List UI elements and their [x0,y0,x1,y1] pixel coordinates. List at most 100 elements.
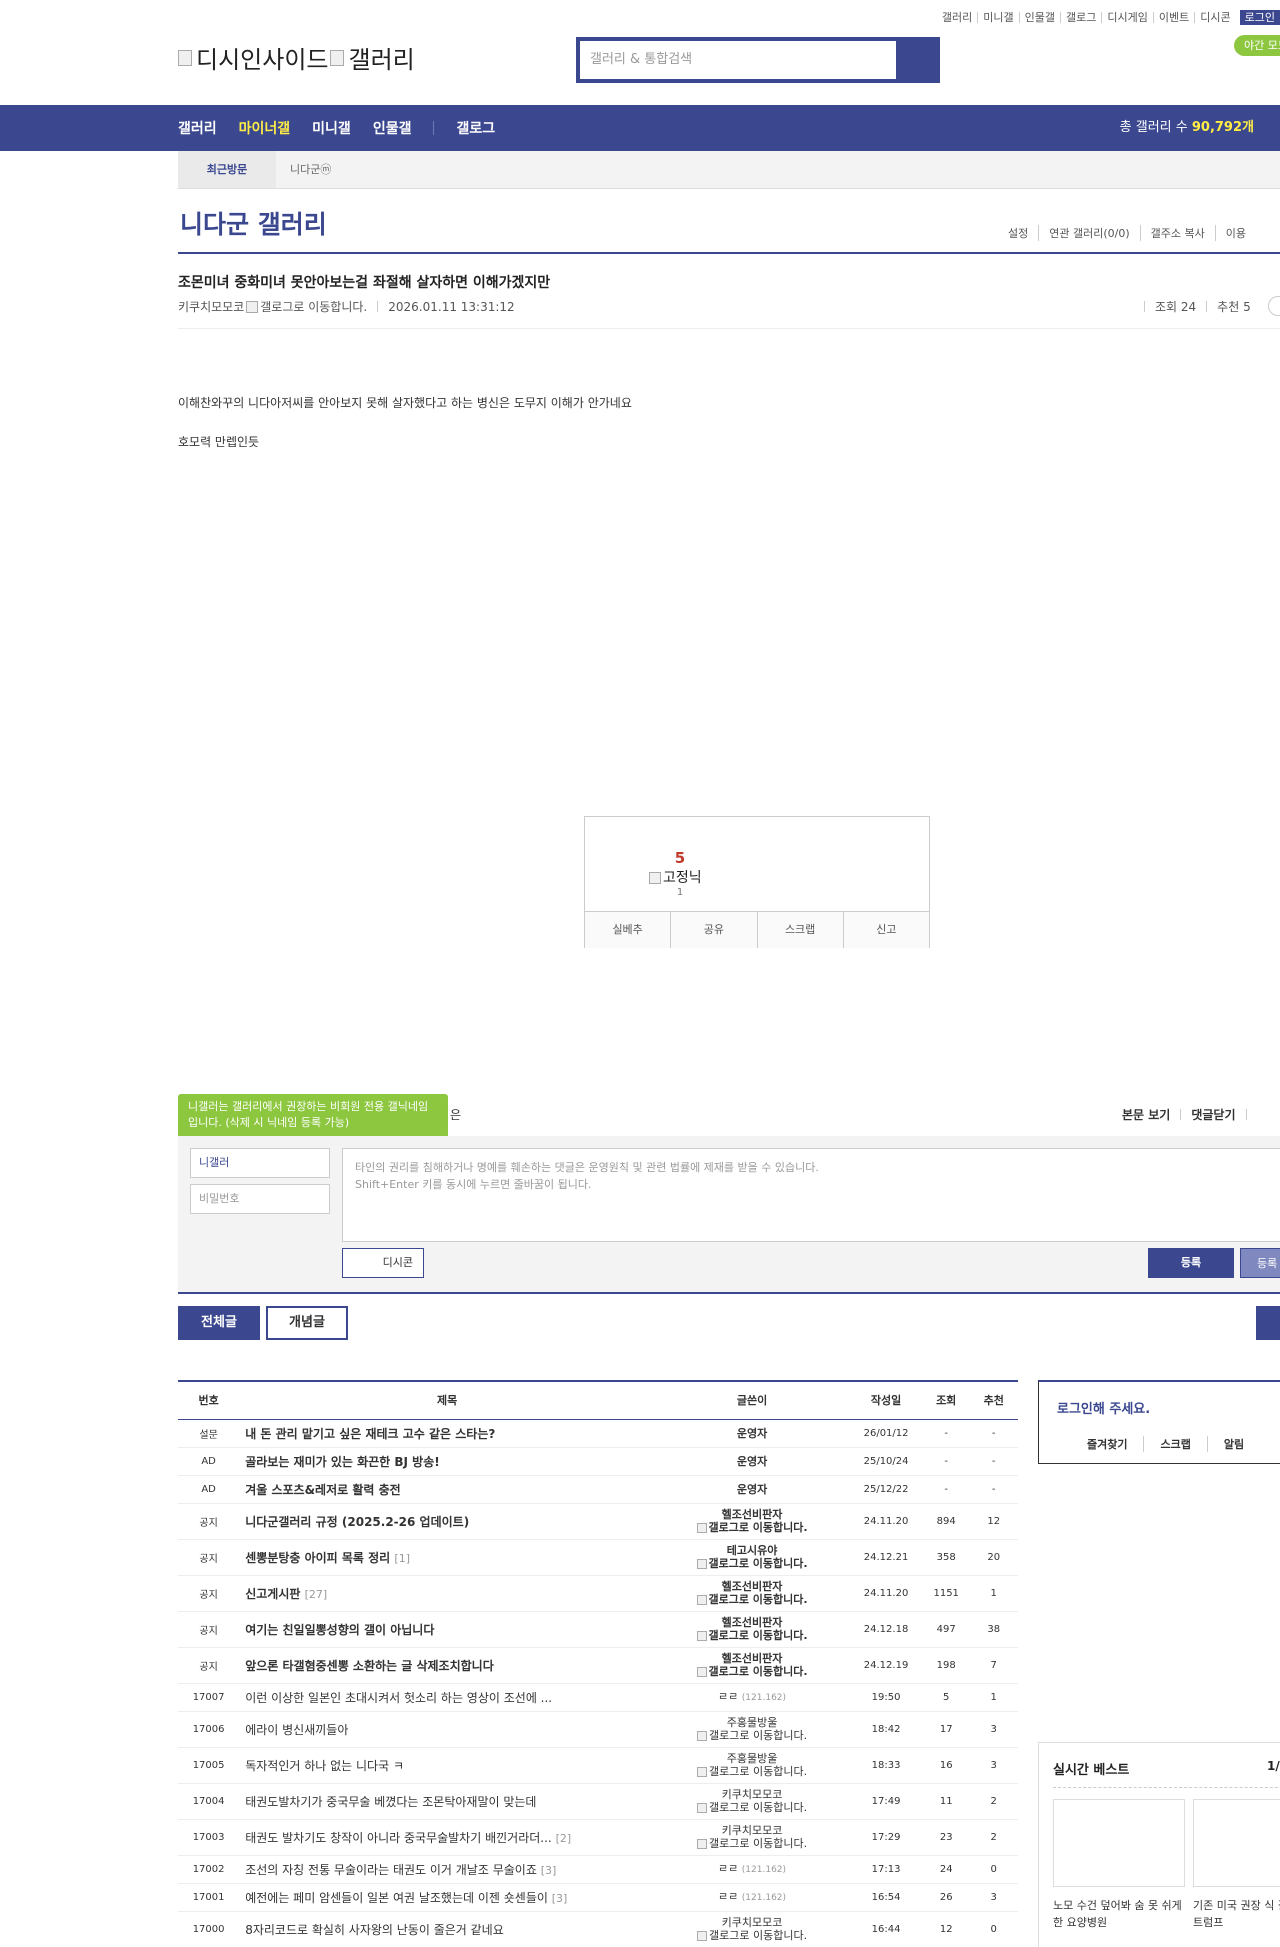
reply-count[interactable]: [1] [394,1552,410,1565]
post-title-cell[interactable]: 독자적인거 하나 없는 니다국 ㅋ [239,1747,655,1784]
writer-cell[interactable]: ㄹㄹ (121.162) [654,1683,850,1712]
table-row[interactable]: 17004 태권도발차기가 중국무술 베꼈다는 조몬탁아재말이 맞는데 키쿠치모모… [178,1783,1018,1820]
gallog-link-text[interactable]: 갤로그로 이동합니다. [260,298,367,315]
table-row[interactable]: AD 골라보는 재미가 있는 화끈한 BJ 방송! 운영자 25/10/24- - [178,1447,1018,1476]
gallog-link[interactable]: 갤로그로 이동합니다. [655,1593,849,1606]
reply-count[interactable]: [3] [541,1864,557,1877]
post-author[interactable]: 키쿠치모모코 [178,298,244,315]
writer-cell[interactable]: ㄹㄹ (121.162) [654,1883,850,1912]
password-input[interactable]: 비밀번호 [190,1184,330,1214]
post-title-link[interactable]: 독자적인거 하나 없는 니다국 ㅋ [245,1759,404,1773]
post-title-cell[interactable]: 골라보는 재미가 있는 화끈한 BJ 방송! [239,1447,655,1476]
gallog-link[interactable]: 갤로그로 이동합니다. [655,1729,849,1742]
post-title-cell[interactable]: 앞으론 타갤혐중센뽕 소환하는 글 삭제조치합니다 [239,1647,655,1684]
post-title-link[interactable]: 태권도발차기가 중국무술 베꼈다는 조몬탁아재말이 맞는데 [245,1795,536,1809]
writer-cell[interactable]: 헬조선비판자 갤로그로 이동합니다. [654,1503,850,1540]
post-title-cell[interactable]: 에라이 병신새끼들아 [239,1711,655,1748]
best-thumbnail[interactable] [1193,1799,1280,1887]
submit-recommend-button[interactable]: 등록 [1240,1248,1280,1278]
writer-cell[interactable]: 운영자 [654,1447,850,1476]
reply-count[interactable]: [3] [552,1892,568,1905]
writer-name[interactable]: 운영자 [737,1427,767,1440]
close-comments-button[interactable]: 댓글닫기 [1191,1106,1235,1123]
writer-name[interactable]: ㄹㄹ [718,1690,738,1703]
writer-cell[interactable]: 키쿠치모모코 갤로그로 이동합니다. [654,1911,850,1947]
tab-all-posts[interactable]: 전체글 [178,1306,260,1340]
post-title-link[interactable]: 예전에는 페미 암센들이 일본 여권 날조했는데 이젠 숏센들이 [245,1891,548,1905]
gallog-link[interactable]: 갤로그로 이동합니다. [655,1665,849,1678]
gallog-link[interactable]: 갤로그로 이동합니다. [655,1521,849,1534]
table-row[interactable]: AD 겨울 스포츠&레저로 활력 충전 운영자 25/12/22- - [178,1475,1018,1504]
post-title-link[interactable]: 조선의 자칭 전통 무술이라는 태권도 이거 개날조 무술이죠 [245,1863,537,1877]
more-options-icon[interactable] [1268,296,1280,316]
gallery-settings[interactable]: 설정 [1004,225,1040,241]
login-prompt[interactable]: 로그인해 주세요. [1057,1398,1150,1417]
report-button[interactable]: 신고 [843,912,929,948]
writer-name[interactable]: 키쿠치모모코 [655,1916,849,1929]
post-title-link[interactable]: 앞으론 타갤혐중센뽕 소환하는 글 삭제조치합니다 [245,1659,494,1673]
writer-name[interactable]: 헬조선비판자 [655,1616,849,1629]
post-title-link[interactable]: 센뽕분탕충 아이피 목록 정리 [245,1551,390,1565]
top-link-minigal[interactable]: 미니갤 [978,12,1020,23]
recent-visit-item[interactable]: 니다군ⓜ [290,151,331,189]
writer-name[interactable]: 키쿠치모모코 [655,1824,849,1837]
post-title-cell[interactable]: 태권도발차기가 중국무술 베꼈다는 조몬탁아재말이 맞는데 [239,1783,655,1820]
table-row[interactable]: 17003 태권도 발차기도 창작이 아니라 중국무술발차기 배낀거라더... [… [178,1819,1018,1856]
best-caption[interactable]: 기존 미국 권장 식 갈아엎은 트럼프 [1193,1897,1280,1931]
table-row[interactable]: 공지 앞으론 타갤혐중센뽕 소환하는 글 삭제조치합니다 헬조선비판자 갤로그로 이… [178,1647,1018,1684]
writer-cell[interactable]: 헬조선비판자 갤로그로 이동합니다. [654,1575,850,1612]
recent-visit-label[interactable]: 최근방문 [178,151,276,188]
table-row[interactable]: 17005 독자적인거 하나 없는 니다국 ㅋ 주홍물방울 갤로그로 이동합니다. 1… [178,1747,1018,1784]
post-title-link[interactable]: 니다군갤러리 규정 (2025.2-26 업데이트) [245,1515,469,1529]
post-title-cell[interactable]: 겨울 스포츠&레저로 활력 충전 [239,1475,655,1504]
post-title-cell[interactable]: 신고게시판 [27] [239,1575,655,1612]
post-title-link[interactable]: 여기는 친일일뽕성향의 갤이 아닙니다 [245,1623,434,1637]
writer-name[interactable]: 운영자 [737,1455,767,1468]
writer-cell[interactable]: ㄹㄹ (121.162) [654,1855,850,1884]
table-row[interactable]: 17007 이런 이상한 일본인 초대시켜서 헛소리 하는 영상이 조선에 ...… [178,1683,1018,1712]
post-title-link[interactable]: 골라보는 재미가 있는 화끈한 BJ 방송! [245,1455,440,1469]
gallog-link[interactable]: 갤로그로 이동합니다. [655,1765,849,1778]
table-row[interactable]: 공지 여기는 친일일뽕성향의 갤이 아닙니다 헬조선비판자 갤로그로 이동합니다. 2… [178,1611,1018,1648]
writer-name[interactable]: ㄹㄹ [718,1890,738,1903]
nav-mini-gallery[interactable]: 미니갤 [312,118,351,138]
post-title-link[interactable]: 8자리코드로 확실히 사자왕의 난동이 줄은거 같네요 [245,1923,504,1937]
gallery-title[interactable]: 니다군 갤러리 [180,205,327,241]
writer-cell[interactable]: 주홍물방울 갤로그로 이동합니다. [654,1711,850,1748]
night-mode-toggle[interactable]: 야간 모드 [1234,35,1280,56]
share-button[interactable]: 공유 [671,912,758,948]
tab-concept-posts[interactable]: 개념글 [266,1306,348,1340]
writer-cell[interactable]: 운영자 [654,1419,850,1448]
reply-count[interactable]: [27] [305,1588,328,1601]
real-best-button[interactable]: 실베추 [585,912,672,948]
writer-cell[interactable]: 헬조선비판자 갤로그로 이동합니다. [654,1647,850,1684]
writer-name[interactable]: 주홍물방울 [655,1716,849,1729]
scrap-button[interactable]: 스크랩 [757,912,844,948]
gallery-usage[interactable]: 이용 [1216,225,1256,241]
post-title-cell[interactable]: 내 돈 관리 맡기고 싶은 재테크 고수 같은 스타는? [239,1419,655,1448]
post-title-link[interactable]: 내 돈 관리 맡기고 싶은 재테크 고수 같은 스타는? [245,1427,495,1441]
table-row[interactable]: 17006 에라이 병신새끼들아 주홍물방울 갤로그로 이동합니다. 18:42 17 3 [178,1711,1018,1748]
writer-cell[interactable]: 키쿠치모모코 갤로그로 이동합니다. [654,1783,850,1820]
writer-cell[interactable]: 키쿠치모모코 갤로그로 이동합니다. [654,1819,850,1856]
dccon-button[interactable]: 디시콘 [342,1248,424,1278]
writer-name[interactable]: 헬조선비판자 [655,1508,849,1521]
notification-link[interactable]: 알림 [1208,1436,1260,1452]
table-row[interactable]: 17001 예전에는 페미 암센들이 일본 여권 날조했는데 이젠 숏센들이 [3… [178,1883,1018,1912]
scrap-link[interactable]: 스크랩 [1144,1436,1208,1452]
top-link-persongal[interactable]: 인물갤 [1020,12,1062,23]
reply-count[interactable]: [2] [556,1832,572,1845]
post-title-link[interactable]: 겨울 스포츠&레저로 활력 충전 [245,1483,400,1497]
nickname-input[interactable]: 니갤러 [190,1148,330,1178]
best-thumbnail[interactable] [1053,1799,1185,1887]
gallog-link[interactable]: 갤로그로 이동합니다. [655,1629,849,1642]
writer-name[interactable]: 헬조선비판자 [655,1652,849,1665]
table-row[interactable]: 공지 신고게시판 [27] 헬조선비판자 갤로그로 이동합니다. 24.11.20 115… [178,1575,1018,1612]
login-button[interactable]: 로그인 [1239,10,1280,25]
top-link-gallog[interactable]: 갤로그 [1061,12,1103,23]
gallog-link[interactable]: 갤로그로 이동합니다. [655,1837,849,1850]
fixed-nick-recommend[interactable]: 고정닉 [649,867,702,887]
writer-name[interactable]: 테고시유야 [655,1544,849,1557]
comment-textarea[interactable]: 타인의 권리를 침해하거나 명예를 훼손하는 댓글은 운영원칙 및 관련 법률에… [342,1148,1280,1242]
table-row[interactable]: 설문 내 돈 관리 맡기고 싶은 재테크 고수 같은 스타는? 운영자 26/01/… [178,1419,1018,1448]
